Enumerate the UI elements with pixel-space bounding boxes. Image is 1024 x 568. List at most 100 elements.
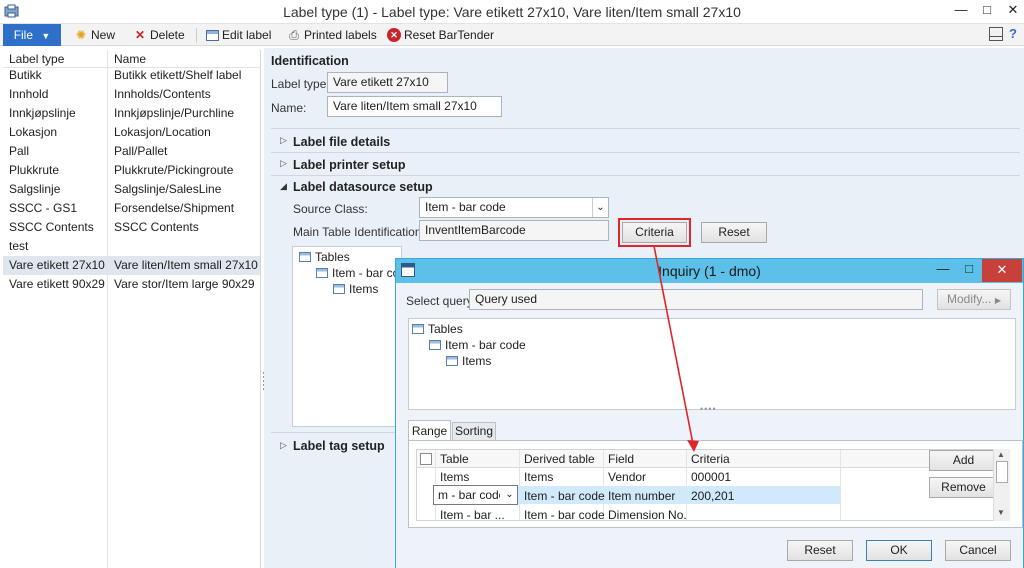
list-item[interactable]: Innkjøpslinje Innkjøpslinje/Purchline: [3, 104, 260, 123]
modify-label: Modify...: [947, 292, 992, 306]
list-item[interactable]: Vare etikett 27x10 Vare liten/Item small …: [3, 256, 260, 275]
grid-col-line: [840, 450, 841, 520]
file-menu-button[interactable]: File ▼: [3, 24, 61, 46]
table-dropdown[interactable]: m - bar code ⌄: [433, 485, 518, 505]
list-item[interactable]: SSCC Contents SSCC Contents: [3, 218, 260, 237]
list-item[interactable]: Innhold Innholds/Contents: [3, 85, 260, 104]
dialog-reset-button[interactable]: Reset: [787, 540, 853, 561]
label-printer-setup-header[interactable]: Label printer setup: [293, 158, 406, 172]
list-item[interactable]: Pall Pall/Pallet: [3, 142, 260, 161]
query-tree-node-items[interactable]: Items: [446, 354, 491, 368]
tab-sorting[interactable]: Sorting: [452, 422, 496, 441]
tree-node-label: Items: [349, 282, 379, 296]
label-type-field[interactable]: Vare etikett 27x10: [327, 72, 448, 93]
grid-col-line: [519, 450, 520, 520]
scroll-up-icon[interactable]: ▲: [997, 450, 1005, 459]
printed-labels-button[interactable]: ⎙ Printed labels: [287, 24, 377, 46]
collapse-chevron-icon[interactable]: ◢: [280, 181, 287, 192]
grid-cell-table[interactable]: Item - bar ...: [440, 508, 518, 522]
tree-node-label: Tables: [428, 322, 463, 336]
resize-grip-icon[interactable]: ••••: [700, 404, 717, 414]
dialog-minimize-button[interactable]: —: [930, 258, 956, 282]
tab-range[interactable]: Range: [408, 420, 451, 441]
chevron-down-icon[interactable]: ⌄: [502, 486, 517, 504]
list-item[interactable]: Vare etikett 90x29 Vare stor/Item large 9…: [3, 275, 260, 294]
query-tree-node-tables[interactable]: Tables: [412, 322, 463, 336]
grid-cell-derived[interactable]: Item - bar code: [524, 489, 605, 503]
scroll-down-icon[interactable]: ▼: [997, 508, 1005, 517]
list-item[interactable]: Plukkrute Plukkrute/Pickingroute: [3, 161, 260, 180]
select-all-checkbox[interactable]: [420, 453, 432, 465]
grid-scrollbar[interactable]: ▲ ▼: [993, 449, 1010, 521]
edit-label-button[interactable]: Edit label: [206, 24, 271, 46]
tree-node-tables[interactable]: Tables: [299, 250, 350, 264]
tree-node-items[interactable]: Items: [333, 282, 378, 296]
grid-cell-derived[interactable]: Items: [524, 470, 553, 484]
label-datasource-setup-header[interactable]: Label datasource setup: [293, 180, 433, 194]
tree-node-item-bar-code[interactable]: Item - bar co: [316, 266, 400, 280]
modify-button[interactable]: Modify... ▶: [937, 289, 1011, 310]
grid-header-derived-table[interactable]: Derived table: [524, 452, 595, 466]
edit-form-icon: [206, 29, 219, 41]
chevron-down-icon[interactable]: ⌄: [592, 198, 608, 217]
list-item-name: Innkjøpslinje/Purchline: [114, 106, 235, 120]
label-tag-setup-header[interactable]: Label tag setup: [293, 439, 385, 453]
list-item-label-type: Innhold: [9, 87, 49, 101]
list-item-label-type: Lokasjon: [9, 125, 58, 139]
minimize-button[interactable]: —: [948, 0, 974, 22]
help-icon[interactable]: ?: [1009, 26, 1023, 42]
list-item[interactable]: Butikk Butikk etikett/Shelf label: [3, 66, 260, 85]
layout-icon[interactable]: [989, 27, 1003, 41]
name-field[interactable]: Vare liten/Item small 27x10: [327, 96, 502, 117]
list-item[interactable]: Lokasjon Lokasjon/Location: [3, 123, 260, 142]
grid-cell-field[interactable]: Vendor: [608, 470, 646, 484]
ok-button[interactable]: OK: [866, 540, 932, 561]
grid-header-field[interactable]: Field: [608, 452, 634, 466]
list-item-name: Pall/Pallet: [114, 144, 168, 158]
new-button[interactable]: ✺ New: [74, 24, 115, 46]
select-query-field[interactable]: Query used: [469, 289, 923, 310]
expand-chevron-icon[interactable]: ▷: [280, 440, 287, 451]
grid-header-table[interactable]: Table: [440, 452, 469, 466]
dialog-close-button[interactable]: ✕: [982, 259, 1022, 282]
grid-cell-criteria[interactable]: 200,201: [691, 489, 734, 503]
chevron-down-icon: ▼: [41, 31, 51, 41]
main-table-field[interactable]: InventItemBarcode: [419, 220, 609, 241]
list-item-name: Butikk etikett/Shelf label: [114, 68, 242, 82]
expand-chevron-icon[interactable]: ▷: [280, 135, 287, 146]
reset-bartender-button[interactable]: ✕ Reset BarTender: [387, 24, 494, 46]
printed-labels-text: Printed labels: [304, 28, 377, 42]
grid-header-criteria[interactable]: Criteria: [691, 452, 730, 466]
add-button[interactable]: Add: [929, 450, 998, 471]
list-item-name: Vare stor/Item large 90x29: [114, 277, 255, 291]
tree-node-label: Item - bar code: [445, 338, 526, 352]
source-class-value: Item - bar code: [425, 200, 506, 214]
grid-cell-table[interactable]: Items: [440, 470, 469, 484]
grid-cell-field[interactable]: Dimension No.: [608, 508, 687, 522]
expand-chevron-icon[interactable]: ▷: [280, 158, 287, 169]
close-button[interactable]: ✕: [1000, 0, 1024, 22]
label-file-details-header[interactable]: Label file details: [293, 135, 390, 149]
list-item-name: Salgslinje/SalesLine: [114, 182, 222, 196]
list-item[interactable]: test: [3, 237, 260, 256]
criteria-button[interactable]: Criteria: [622, 222, 687, 243]
reset-bartender-text: Reset BarTender: [404, 28, 495, 42]
reset-icon: ✕: [387, 28, 401, 42]
dialog-maximize-button[interactable]: □: [956, 258, 982, 282]
source-class-select[interactable]: Item - bar code ⌄: [419, 197, 609, 218]
list-item[interactable]: SSCC - GS1 Forsendelse/Shipment: [3, 199, 260, 218]
list-item[interactable]: Salgslinje Salgslinje/SalesLine: [3, 180, 260, 199]
section-divider: [271, 175, 1020, 176]
grid-cell-derived[interactable]: Item - bar code: [524, 508, 605, 522]
identification-heading: Identification: [271, 54, 349, 68]
query-tree-node-item-bar-code[interactable]: Item - bar code: [429, 338, 526, 352]
cancel-button[interactable]: Cancel: [945, 540, 1011, 561]
remove-button[interactable]: Remove: [929, 477, 998, 498]
section-divider: [271, 152, 1020, 153]
grid-cell-criteria[interactable]: 000001: [691, 470, 731, 484]
reset-button[interactable]: Reset: [701, 222, 767, 243]
delete-button[interactable]: ✕ Delete: [133, 24, 185, 46]
maximize-button[interactable]: □: [974, 0, 1000, 22]
grid-cell-field[interactable]: Item number: [608, 489, 675, 503]
scroll-thumb[interactable]: [996, 461, 1008, 483]
